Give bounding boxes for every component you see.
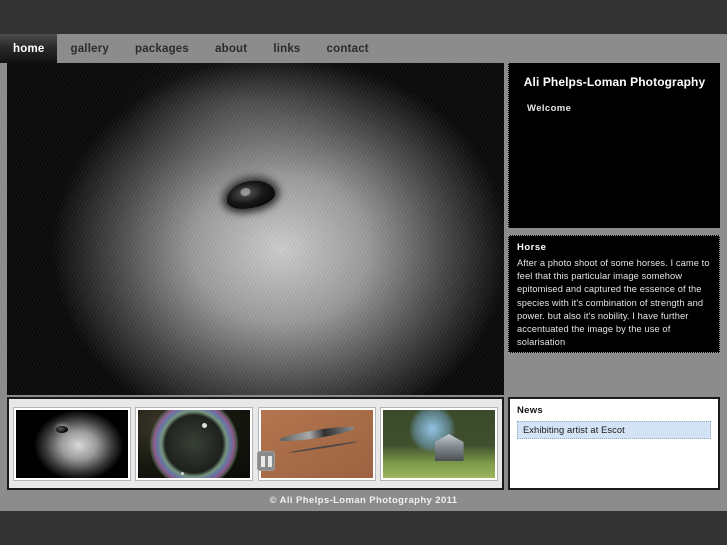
nav-list: home gallery packages about links contac… [0,34,727,63]
site-title: Ali Phelps-Loman Photography [523,75,706,89]
nav-item: about [202,34,260,63]
thumbnail-bird[interactable] [257,406,376,481]
thumbnail-church-image [382,409,495,478]
image-caption-panel: Horse After a photo shoot of some horses… [508,235,720,353]
nav-item-contact[interactable]: contact [314,34,382,63]
nav-item-about[interactable]: about [202,34,260,63]
site-footer: © Ali Phelps-Loman Photography 2011 [0,490,727,511]
thumbnail-horse[interactable] [13,406,131,481]
caption-title: Horse [517,242,547,253]
nav-item-gallery[interactable]: gallery [57,34,121,63]
intro-panel: Ali Phelps-Loman Photography Welcome [508,63,720,228]
pause-icon-bar-left [260,455,265,467]
browser-top-chrome [0,0,727,34]
main-navigation: home gallery packages about links contac… [0,34,727,63]
news-panel-title: News [517,405,544,416]
nav-item-home[interactable]: home [0,34,58,63]
hero-slideshow[interactable] [7,63,504,395]
browser-bottom-chrome [0,511,727,545]
horse-eye-detail [223,176,278,213]
nav-item: links [260,34,313,63]
footer-copyright: © Ali Phelps-Loman Photography 2011 [269,495,458,506]
news-item-escot[interactable]: Exhibiting artist at Escot [517,421,711,439]
thumbnail-bird-image [260,409,373,478]
hero-image-horse [7,63,504,395]
pause-icon-bar-right [267,455,272,467]
nav-item: home [0,34,58,63]
nav-item-packages[interactable]: packages [122,34,202,63]
gallery-column [7,63,504,490]
thumbnail-strip [7,397,504,490]
nav-item: contact [314,34,382,63]
nav-item: gallery [57,34,121,63]
welcome-text: Welcome [527,103,572,114]
thumbnail-horse-image [16,409,128,478]
sidebar-column: Ali Phelps-Loman Photography Welcome Hor… [508,63,720,490]
nav-item-links[interactable]: links [260,34,313,63]
slideshow-pause-button[interactable] [257,451,275,471]
thumbnail-bubble-image [138,409,251,478]
page-container: Ali Phelps-Loman Photography Welcome Hor… [0,63,727,490]
nav-item: packages [122,34,202,63]
caption-body: After a photo shoot of some horses. I ca… [517,258,710,348]
news-panel: News Exhibiting artist at Escot [508,397,720,490]
thumbnail-church[interactable] [379,406,498,481]
thumbnail-bubble[interactable] [135,406,254,481]
